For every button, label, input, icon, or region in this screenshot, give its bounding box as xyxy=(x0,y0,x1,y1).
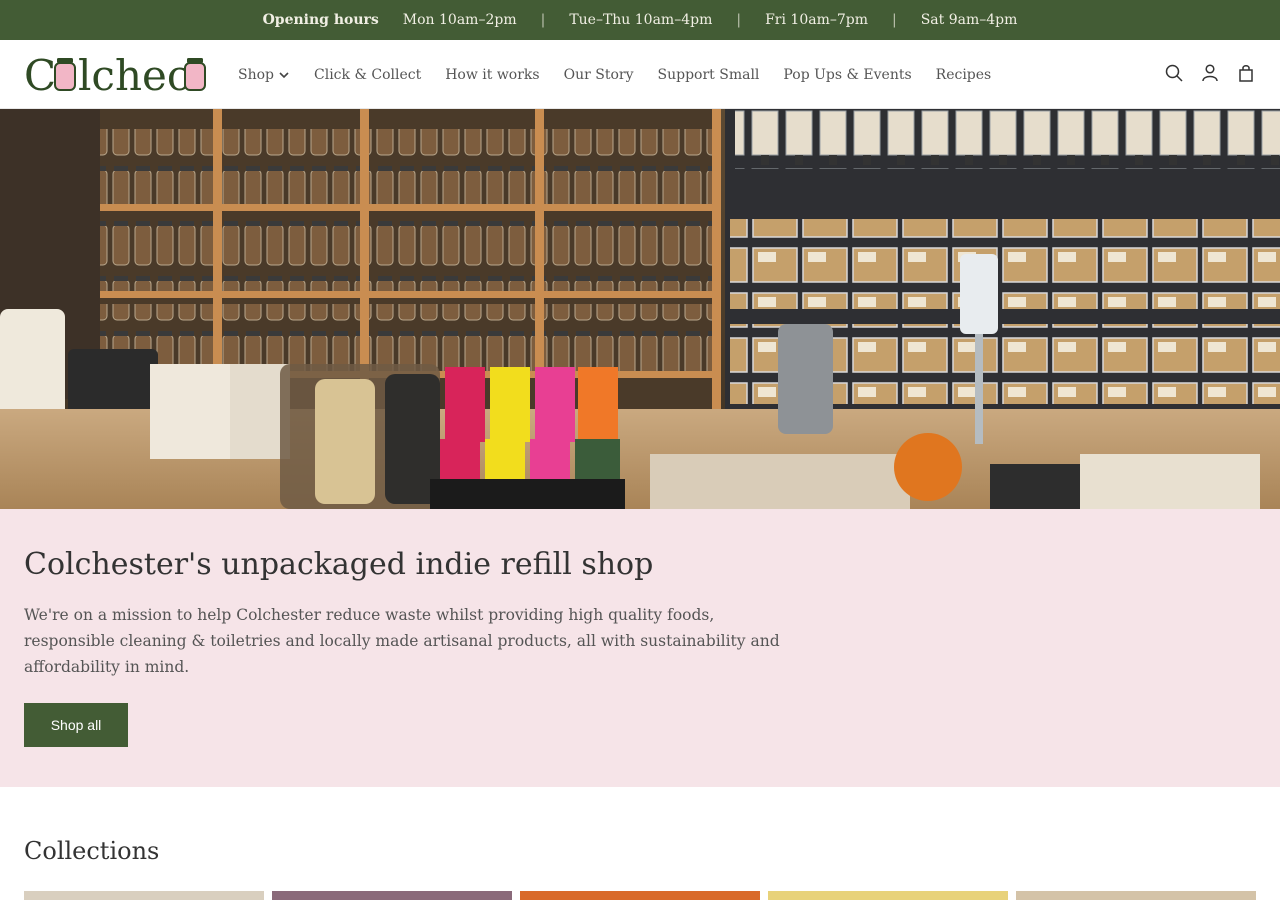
jar-icon xyxy=(54,58,76,91)
svg-text:lchec: lchec xyxy=(78,51,190,100)
shop-all-button[interactable]: Shop all xyxy=(24,703,128,747)
collection-tile[interactable] xyxy=(768,891,1008,900)
hours-tue-thu: Tue–Thu 10am–4pm xyxy=(569,12,713,28)
intro-title: Colchester's unpackaged indie refill sho… xyxy=(24,547,654,582)
jar-icon xyxy=(184,58,206,91)
search-icon[interactable] xyxy=(1164,62,1184,84)
collection-tiles xyxy=(24,891,1256,900)
nav-support-small[interactable]: Support Small xyxy=(658,67,760,83)
logo[interactable]: C lchec xyxy=(24,50,208,100)
collection-tile[interactable] xyxy=(24,891,264,900)
account-icon[interactable] xyxy=(1200,62,1220,84)
collections-section: Collections xyxy=(0,787,1280,900)
nav-recipes[interactable]: Recipes xyxy=(936,67,992,83)
main-nav: Shop Click & Collect How it works Our St… xyxy=(238,40,1015,109)
nav-our-story[interactable]: Our Story xyxy=(564,67,634,83)
nav-pop-ups-events[interactable]: Pop Ups & Events xyxy=(783,67,911,83)
hours-mon: Mon 10am–2pm xyxy=(402,12,517,28)
logo-wordmark: C lchec xyxy=(24,51,206,100)
intro-section: Colchester's unpackaged indie refill sho… xyxy=(0,509,1280,787)
header-icons xyxy=(1164,62,1256,84)
hours-fri: Fri 10am–7pm xyxy=(765,12,868,28)
collections-title: Collections xyxy=(24,837,160,865)
divider: | xyxy=(892,12,897,28)
hero-image xyxy=(0,109,1280,509)
svg-text:C: C xyxy=(24,51,56,100)
nav-shop-label: Shop xyxy=(238,66,274,83)
site-header: C lchec Shop Click & Collect How it work… xyxy=(0,40,1280,109)
announcement-bar: Opening hours Mon 10am–2pm | Tue–Thu 10a… xyxy=(0,0,1280,40)
nav-shop[interactable]: Shop xyxy=(238,67,290,83)
divider: | xyxy=(736,12,742,28)
collection-tile[interactable] xyxy=(1016,891,1256,900)
collection-tile[interactable] xyxy=(272,891,512,900)
intro-text: We're on a mission to help Colchester re… xyxy=(24,606,780,676)
shop-interior-image xyxy=(0,109,1280,509)
cart-icon[interactable] xyxy=(1236,62,1256,84)
nav-click-collect[interactable]: Click & Collect xyxy=(314,67,421,83)
opening-hours-label: Opening hours xyxy=(262,12,379,28)
divider: | xyxy=(540,12,546,28)
nav-how-it-works[interactable]: How it works xyxy=(445,67,539,83)
chevron-down-icon xyxy=(279,71,289,78)
hours-sat: Sat 9am–4pm xyxy=(920,12,1018,28)
collection-tile[interactable] xyxy=(520,891,760,900)
